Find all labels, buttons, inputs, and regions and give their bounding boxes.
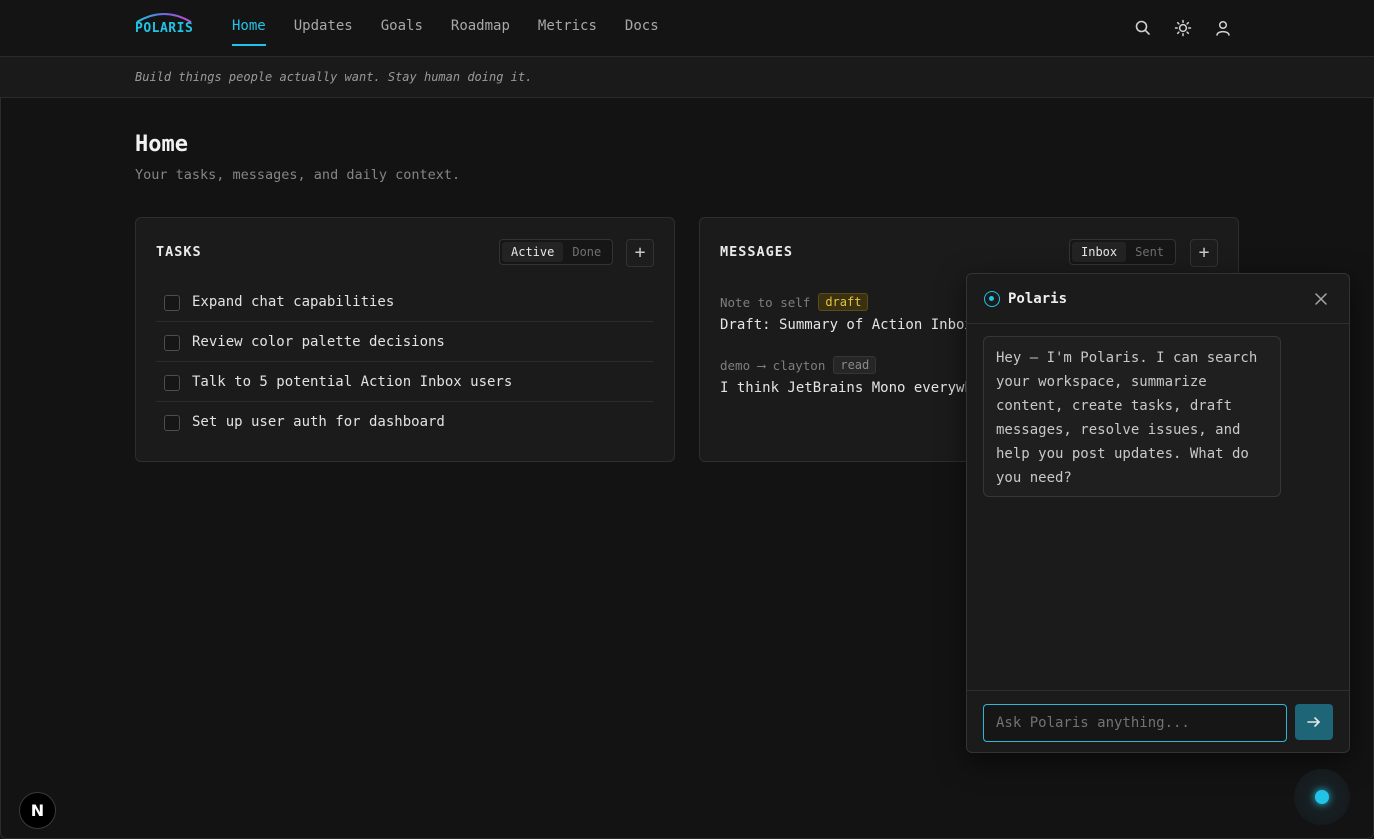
brand-name: POLARIS: [135, 21, 194, 36]
task-checkbox[interactable]: [164, 295, 180, 311]
task-text[interactable]: Review color palette decisions: [192, 334, 445, 350]
tagline-text: Build things people actually want. Stay …: [135, 70, 533, 84]
tab-active[interactable]: Active: [502, 242, 564, 262]
polaris-chat-panel: Polaris Hey — I'm Polaris. I can search …: [966, 273, 1350, 753]
task-checkbox[interactable]: [164, 375, 180, 391]
search-icon[interactable]: [1134, 19, 1152, 37]
tagline-bar: Build things people actually want. Stay …: [0, 57, 1374, 98]
devtools-badge[interactable]: N: [19, 792, 56, 829]
task-checkbox[interactable]: [164, 415, 180, 431]
user-icon[interactable]: [1214, 19, 1232, 37]
header-actions: [1134, 19, 1232, 37]
polaris-logo[interactable]: POLARIS: [135, 10, 195, 40]
send-button[interactable]: [1295, 704, 1333, 740]
task-checkbox[interactable]: [164, 335, 180, 351]
status-badge: draft: [818, 293, 869, 311]
message-sender: demo ⟶ clayton: [720, 357, 826, 373]
tasks-card: TASKS Active Done + Expand chat capabili…: [135, 217, 675, 462]
page-title: Home: [135, 132, 188, 157]
nav-home[interactable]: Home: [232, 18, 266, 46]
close-icon[interactable]: [1312, 290, 1330, 308]
messages-title: MESSAGES: [720, 244, 794, 260]
status-badge: read: [833, 356, 877, 374]
page-subtitle: Your tasks, messages, and daily context.: [135, 167, 461, 183]
nav-goals[interactable]: Goals: [381, 18, 423, 46]
chat-composer: [967, 690, 1349, 753]
theme-sun-icon[interactable]: [1174, 19, 1192, 37]
task-text[interactable]: Set up user auth for dashboard: [192, 414, 445, 430]
message-preview: Draft: Summary of Action Inbox: [720, 317, 973, 333]
add-message-button[interactable]: +: [1190, 239, 1218, 267]
tasks-tab-toggle: Active Done: [499, 239, 614, 265]
chat-title: Polaris: [1008, 291, 1068, 307]
task-row: Expand chat capabilities: [156, 282, 653, 322]
nav-metrics[interactable]: Metrics: [538, 18, 597, 46]
nav-updates[interactable]: Updates: [294, 18, 353, 46]
chat-input[interactable]: [983, 704, 1287, 742]
arrow-right-icon: [1307, 717, 1321, 727]
main-nav: Home Updates Goals Roadmap Metrics Docs: [232, 18, 659, 46]
chat-header: Polaris: [967, 274, 1349, 324]
nav-docs[interactable]: Docs: [625, 18, 659, 46]
tab-inbox[interactable]: Inbox: [1072, 242, 1127, 262]
task-row: Talk to 5 potential Action Inbox users: [156, 362, 653, 402]
chat-launcher-button[interactable]: [1294, 769, 1350, 825]
top-nav-bar: POLARIS Home Updates Goals Roadmap Metri…: [0, 0, 1374, 57]
messages-tab-toggle: Inbox Sent: [1069, 239, 1177, 265]
polaris-status-icon: [984, 291, 1000, 307]
message-preview: I think JetBrains Mono everywhere: [720, 380, 975, 396]
task-row: Review color palette decisions: [156, 322, 653, 362]
message-sender: Note to self: [720, 294, 811, 310]
tab-sent[interactable]: Sent: [1126, 242, 1173, 262]
nav-roadmap[interactable]: Roadmap: [451, 18, 510, 46]
add-task-button[interactable]: +: [626, 239, 654, 267]
tasks-title: TASKS: [156, 244, 202, 260]
n-logo-icon: N: [30, 801, 45, 820]
assistant-message: Hey — I'm Polaris. I can search your wor…: [983, 336, 1281, 497]
task-text[interactable]: Talk to 5 potential Action Inbox users: [192, 374, 512, 390]
task-row: Set up user auth for dashboard: [156, 402, 653, 442]
task-text[interactable]: Expand chat capabilities: [192, 294, 394, 310]
tab-done[interactable]: Done: [563, 242, 610, 262]
